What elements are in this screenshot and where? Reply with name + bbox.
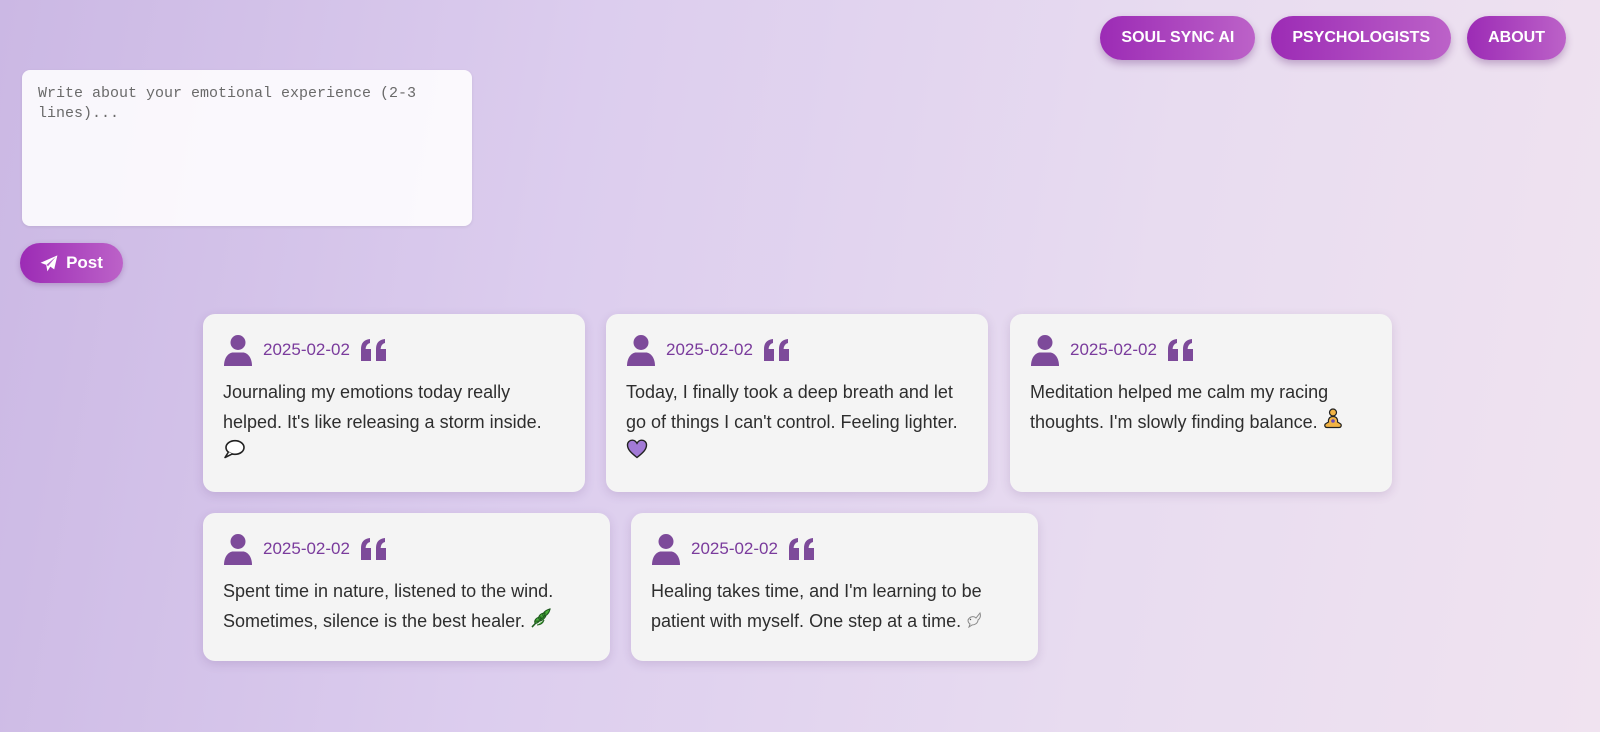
user-icon xyxy=(1030,334,1060,366)
quote-icon xyxy=(1157,338,1195,362)
post-card: 2025-02-02 Today, I finally took a deep … xyxy=(606,314,988,492)
post-card: 2025-02-02 Journaling my emotions today … xyxy=(203,314,585,492)
user-icon xyxy=(651,533,681,565)
nav-soul-sync-ai-button[interactable]: SOUL SYNC AI xyxy=(1100,16,1256,60)
speech-bubble-icon xyxy=(223,438,245,468)
post-date: 2025-02-02 xyxy=(666,340,753,359)
post-text-block: Spent time in nature, listened to the wi… xyxy=(223,576,590,638)
top-nav: SOUL SYNC AI PSYCHOLOGISTS ABOUT xyxy=(1100,16,1566,60)
post-button[interactable]: Post xyxy=(20,243,123,283)
quote-icon xyxy=(350,338,388,362)
user-icon xyxy=(626,334,656,366)
post-button-label: Post xyxy=(66,253,103,272)
post-date: 2025-02-02 xyxy=(263,340,350,359)
user-icon xyxy=(223,533,253,565)
paper-plane-icon xyxy=(40,254,58,272)
quote-icon xyxy=(778,537,816,561)
dove-icon xyxy=(966,607,984,637)
post-text: Journaling my emotions today really help… xyxy=(223,382,542,432)
purple-heart-icon xyxy=(626,438,648,468)
post-text: Spent time in nature, listened to the wi… xyxy=(223,581,554,631)
post-text-block: Meditation helped me calm my racing thou… xyxy=(1030,377,1372,439)
post-text-block: Healing takes time, and I'm learning to … xyxy=(651,576,1018,637)
post-date: 2025-02-02 xyxy=(263,539,350,558)
post-card: 2025-02-02 Meditation helped me calm my … xyxy=(1010,314,1392,492)
quote-icon xyxy=(753,338,791,362)
post-date: 2025-02-02 xyxy=(691,539,778,558)
nav-about-button[interactable]: ABOUT xyxy=(1467,16,1566,60)
post-card: 2025-02-02 Spent time in nature, listene… xyxy=(203,513,610,661)
post-date: 2025-02-02 xyxy=(1070,340,1157,359)
post-text: Meditation helped me calm my racing thou… xyxy=(1030,382,1329,432)
herb-icon xyxy=(530,607,552,638)
nav-psychologists-button[interactable]: PSYCHOLOGISTS xyxy=(1271,16,1452,60)
journal-input[interactable] xyxy=(22,70,472,226)
post-text-block: Journaling my emotions today really help… xyxy=(223,377,565,468)
meditation-icon xyxy=(1323,408,1343,439)
post-text: Healing takes time, and I'm learning to … xyxy=(651,581,982,631)
post-card: 2025-02-02 Healing takes time, and I'm l… xyxy=(631,513,1038,661)
post-text-block: Today, I finally took a deep breath and … xyxy=(626,377,968,468)
post-text: Today, I finally took a deep breath and … xyxy=(626,382,958,432)
quote-icon xyxy=(350,537,388,561)
user-icon xyxy=(223,334,253,366)
